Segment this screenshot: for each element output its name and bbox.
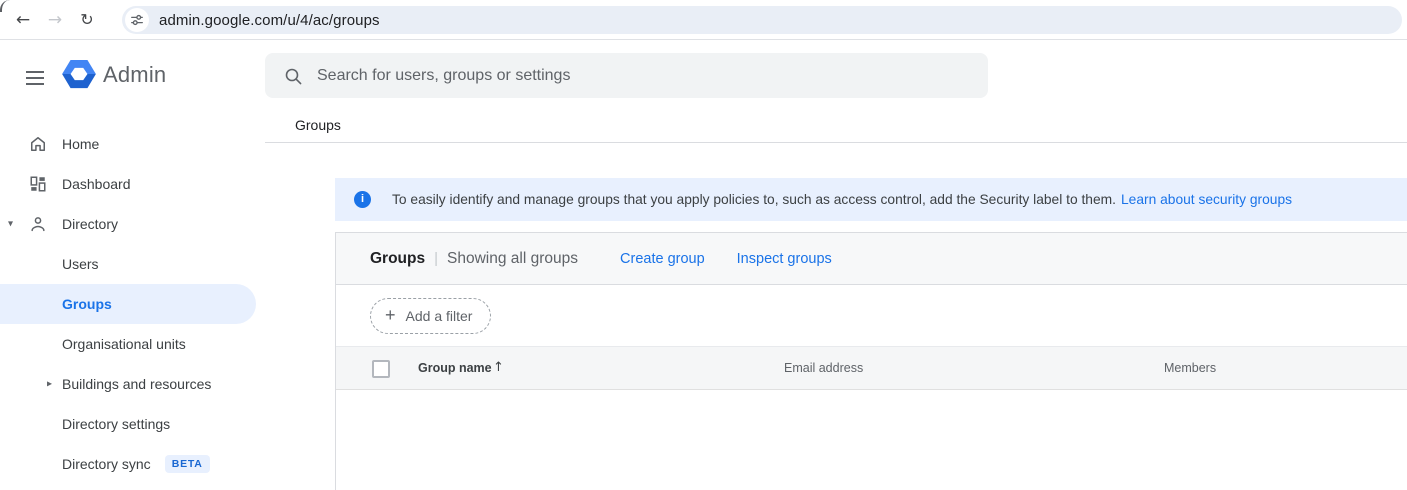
sidebar-item-dashboard[interactable]: Dashboard	[0, 164, 256, 204]
browser-forward-button[interactable]: →	[39, 4, 71, 36]
browser-toolbar: ← → ↻ admin.google.com/u/4/ac/groups	[0, 0, 1407, 40]
title-separator: |	[434, 250, 438, 267]
add-filter-label: Add a filter	[406, 308, 473, 324]
main-menu-button[interactable]	[26, 70, 46, 86]
inspect-groups-link[interactable]: Inspect groups	[737, 251, 832, 267]
sidebar-item-groups[interactable]: Groups	[0, 284, 256, 324]
groups-table-body	[336, 390, 1407, 490]
sidebar-item-buildings-and-resources[interactable]: ▸ Buildings and resources	[0, 364, 256, 404]
site-settings-button[interactable]	[125, 8, 149, 32]
header-divider	[265, 142, 1407, 143]
select-all-checkbox[interactable]	[372, 360, 390, 378]
panel-subtitle: Showing all groups	[447, 250, 578, 268]
sidebar-item-users[interactable]: Users	[0, 244, 256, 284]
dashboard-icon	[28, 174, 48, 194]
chevron-down-icon[interactable]: ▾	[8, 219, 13, 230]
browser-reload-button[interactable]: ↻	[71, 4, 103, 36]
sidebar-item-label: Directory	[62, 216, 118, 232]
filter-row: + Add a filter	[336, 285, 1407, 346]
home-icon	[28, 134, 48, 154]
sidebar-item-label: Users	[62, 256, 99, 272]
groups-panel: Groups | Showing all groups Create group…	[335, 232, 1407, 490]
sidebar-item-directory-sync[interactable]: Directory sync BETA	[0, 444, 256, 484]
admin-logo-icon	[62, 59, 96, 89]
column-header-group-name[interactable]: Group name	[418, 361, 492, 375]
sidebar-item-organisational-units[interactable]: Organisational units	[0, 324, 256, 364]
browser-back-button[interactable]: ←	[7, 4, 39, 36]
plus-icon: +	[385, 305, 396, 326]
sidebar: Home Dashboard ▾ Directory	[0, 124, 256, 484]
info-icon: i	[354, 191, 371, 208]
learn-about-security-groups-link[interactable]: Learn about security groups	[1121, 192, 1292, 207]
sidebar-item-label: Groups	[62, 296, 112, 312]
sidebar-item-label: Home	[62, 136, 99, 152]
sidebar-item-label: Dashboard	[62, 176, 131, 192]
groups-panel-header: Groups | Showing all groups Create group…	[336, 233, 1407, 285]
create-group-link[interactable]: Create group	[620, 251, 705, 267]
product-name: Admin	[103, 62, 166, 88]
sort-ascending-icon: ↑	[493, 360, 504, 375]
url-text: admin.google.com/u/4/ac/groups	[159, 12, 380, 29]
admin-console-page: Admin Groups Home	[0, 41, 1407, 490]
sidebar-item-directory-settings[interactable]: Directory settings	[0, 404, 256, 444]
breadcrumb: Groups	[295, 117, 341, 133]
sidebar-item-label: Directory settings	[62, 416, 170, 432]
groups-table-header: Group name ↑ Email address Members	[336, 346, 1407, 390]
sidebar-item-label: Organisational units	[62, 336, 186, 352]
banner-message: To easily identify and manage groups tha…	[392, 192, 1116, 207]
search-icon	[283, 66, 303, 86]
sidebar-item-label: Directory sync	[62, 456, 151, 472]
sidebar-item-directory[interactable]: ▾ Directory	[0, 204, 256, 244]
security-groups-banner: i To easily identify and manage groups t…	[335, 178, 1407, 221]
address-bar[interactable]: admin.google.com/u/4/ac/groups	[122, 6, 1402, 34]
person-icon	[28, 214, 48, 234]
search-input[interactable]	[317, 53, 988, 98]
beta-badge: BETA	[165, 455, 210, 473]
add-filter-button[interactable]: + Add a filter	[370, 298, 491, 334]
sidebar-item-label: Buildings and resources	[62, 376, 211, 392]
chevron-right-icon[interactable]: ▸	[47, 379, 52, 390]
column-header-members: Members	[1164, 361, 1216, 375]
column-header-email-address: Email address	[784, 361, 863, 375]
tune-icon	[130, 13, 144, 27]
admin-search-box[interactable]	[265, 53, 988, 98]
sidebar-item-home[interactable]: Home	[0, 124, 256, 164]
panel-title: Groups	[370, 250, 425, 268]
